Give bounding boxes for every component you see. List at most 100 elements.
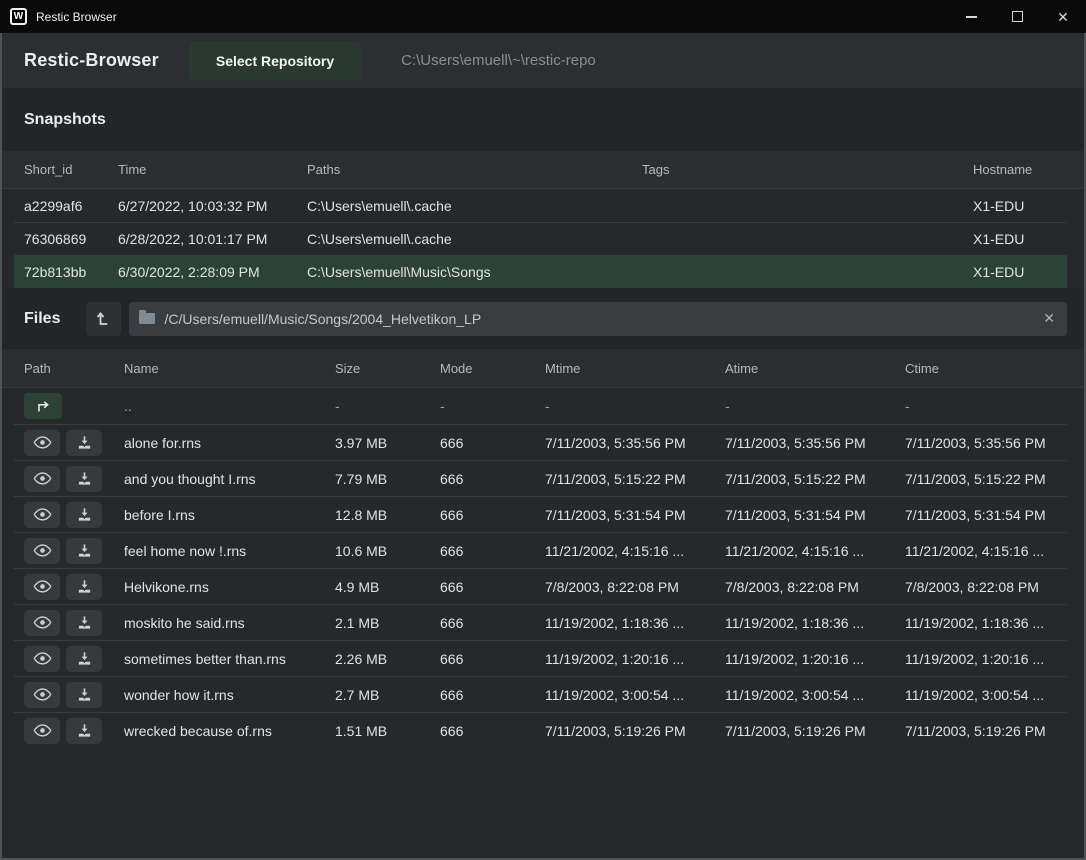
snapshot-short-id: a2299af6 [14, 198, 108, 214]
snapshot-hostname: X1-EDU [963, 231, 1067, 247]
eye-icon [33, 688, 52, 701]
file-mtime: 7/11/2003, 5:19:26 PM [535, 723, 715, 739]
clear-path-button[interactable]: ✕ [1041, 310, 1057, 327]
file-ctime: - [895, 398, 1067, 414]
close-button[interactable]: ✕ [1040, 0, 1086, 33]
files-section-title: Files [24, 310, 60, 328]
eye-icon [33, 508, 52, 521]
file-size: 12.8 MB [325, 507, 430, 523]
snapshot-hostname: X1-EDU [963, 264, 1067, 280]
snapshot-hostname: X1-EDU [963, 198, 1067, 214]
files-table-header: Path Name Size Mode Mtime Atime Ctime [2, 349, 1084, 388]
file-mode: 666 [430, 687, 535, 703]
column-header-short-id: Short_id [14, 162, 108, 177]
file-mode: 666 [430, 651, 535, 667]
download-file-button[interactable] [66, 646, 102, 672]
file-ctime: 11/19/2002, 3:00:54 ... [895, 687, 1067, 703]
file-row: feel home now !.rns 10.6 MB 666 11/21/20… [14, 532, 1067, 568]
snapshots-section-title: Snapshots [24, 111, 106, 129]
file-mtime: 11/19/2002, 1:20:16 ... [535, 651, 715, 667]
file-row: and you thought I.rns 7.79 MB 666 7/11/2… [14, 460, 1067, 496]
file-atime: 7/8/2003, 8:22:08 PM [715, 579, 895, 595]
preview-file-button[interactable] [24, 538, 60, 564]
download-file-button[interactable] [66, 502, 102, 528]
preview-file-button[interactable] [24, 466, 60, 492]
download-icon [77, 435, 92, 450]
snapshot-row[interactable]: 72b813bb 6/30/2022, 2:28:09 PM C:\Users\… [14, 255, 1067, 288]
file-path-input[interactable] [164, 311, 1041, 327]
column-header-size: Size [325, 361, 430, 376]
preview-file-button[interactable] [24, 574, 60, 600]
download-file-button[interactable] [66, 538, 102, 564]
page-title: Restic-Browser [24, 50, 159, 71]
file-row: wonder how it.rns 2.7 MB 666 11/19/2002,… [14, 676, 1067, 712]
file-size: - [325, 398, 430, 414]
file-size: 4.9 MB [325, 579, 430, 595]
file-atime: 11/19/2002, 3:00:54 ... [715, 687, 895, 703]
preview-file-button[interactable] [24, 502, 60, 528]
file-size: 2.26 MB [325, 651, 430, 667]
column-header-mtime: Mtime [535, 361, 715, 376]
download-file-button[interactable] [66, 574, 102, 600]
enter-parent-dir-button[interactable] [24, 393, 62, 419]
download-icon [77, 615, 92, 630]
snapshot-short-id: 76306869 [14, 231, 108, 247]
eye-icon [33, 616, 52, 629]
snapshot-paths: C:\Users\emuell\Music\Songs [297, 264, 632, 280]
file-name: wrecked because of.rns [114, 723, 325, 739]
snapshot-row[interactable]: a2299af6 6/27/2022, 10:03:32 PM C:\Users… [14, 189, 1067, 222]
column-header-hostname: Hostname [963, 162, 1067, 177]
file-name: .. [114, 398, 325, 414]
preview-file-button[interactable] [24, 682, 60, 708]
preview-file-button[interactable] [24, 610, 60, 636]
file-mtime: 11/21/2002, 4:15:16 ... [535, 543, 715, 559]
file-ctime: 7/11/2003, 5:31:54 PM [895, 507, 1067, 523]
file-mtime: - [535, 398, 715, 414]
file-mode: - [430, 398, 535, 414]
files-toolbar: Files ✕ [2, 288, 1084, 349]
file-row: alone for.rns 3.97 MB 666 7/11/2003, 5:3… [14, 424, 1067, 460]
preview-file-button[interactable] [24, 646, 60, 672]
file-name: feel home now !.rns [114, 543, 325, 559]
eye-icon [33, 652, 52, 665]
file-row: before I.rns 12.8 MB 666 7/11/2003, 5:31… [14, 496, 1067, 532]
download-file-button[interactable] [66, 718, 102, 744]
column-header-tags: Tags [632, 162, 963, 177]
download-file-button[interactable] [66, 682, 102, 708]
maximize-button[interactable] [994, 0, 1040, 33]
file-mode: 666 [430, 507, 535, 523]
file-name: before I.rns [114, 507, 325, 523]
file-atime: 11/19/2002, 1:18:36 ... [715, 615, 895, 631]
folder-icon [139, 313, 155, 324]
file-atime: 7/11/2003, 5:31:54 PM [715, 507, 895, 523]
wails-logo-icon: W [10, 8, 27, 25]
download-file-button[interactable] [66, 430, 102, 456]
file-atime: 7/11/2003, 5:19:26 PM [715, 723, 895, 739]
column-header-mode: Mode [430, 361, 535, 376]
file-row: Helvikone.rns 4.9 MB 666 7/8/2003, 8:22:… [14, 568, 1067, 604]
snapshot-time: 6/27/2022, 10:03:32 PM [108, 198, 297, 214]
select-repository-button[interactable]: Select Repository [189, 41, 361, 80]
file-mode: 666 [430, 471, 535, 487]
file-ctime: 11/19/2002, 1:20:16 ... [895, 651, 1067, 667]
file-mtime: 7/11/2003, 5:15:22 PM [535, 471, 715, 487]
preview-file-button[interactable] [24, 718, 60, 744]
file-name: alone for.rns [114, 435, 325, 451]
download-icon [77, 651, 92, 666]
file-size: 1.51 MB [325, 723, 430, 739]
download-icon [77, 471, 92, 486]
file-atime: 7/11/2003, 5:35:56 PM [715, 435, 895, 451]
column-header-path: Path [14, 361, 114, 376]
file-mode: 666 [430, 723, 535, 739]
download-file-button[interactable] [66, 466, 102, 492]
window-title: Restic Browser [36, 10, 117, 24]
file-name: sometimes better than.rns [114, 651, 325, 667]
download-icon [77, 507, 92, 522]
preview-file-button[interactable] [24, 430, 60, 456]
parent-directory-button[interactable] [86, 302, 121, 336]
snapshot-row[interactable]: 76306869 6/28/2022, 10:01:17 PM C:\Users… [14, 222, 1067, 255]
level-up-icon [95, 310, 112, 327]
minimize-button[interactable] [948, 0, 994, 33]
download-file-button[interactable] [66, 610, 102, 636]
eye-icon [33, 580, 52, 593]
